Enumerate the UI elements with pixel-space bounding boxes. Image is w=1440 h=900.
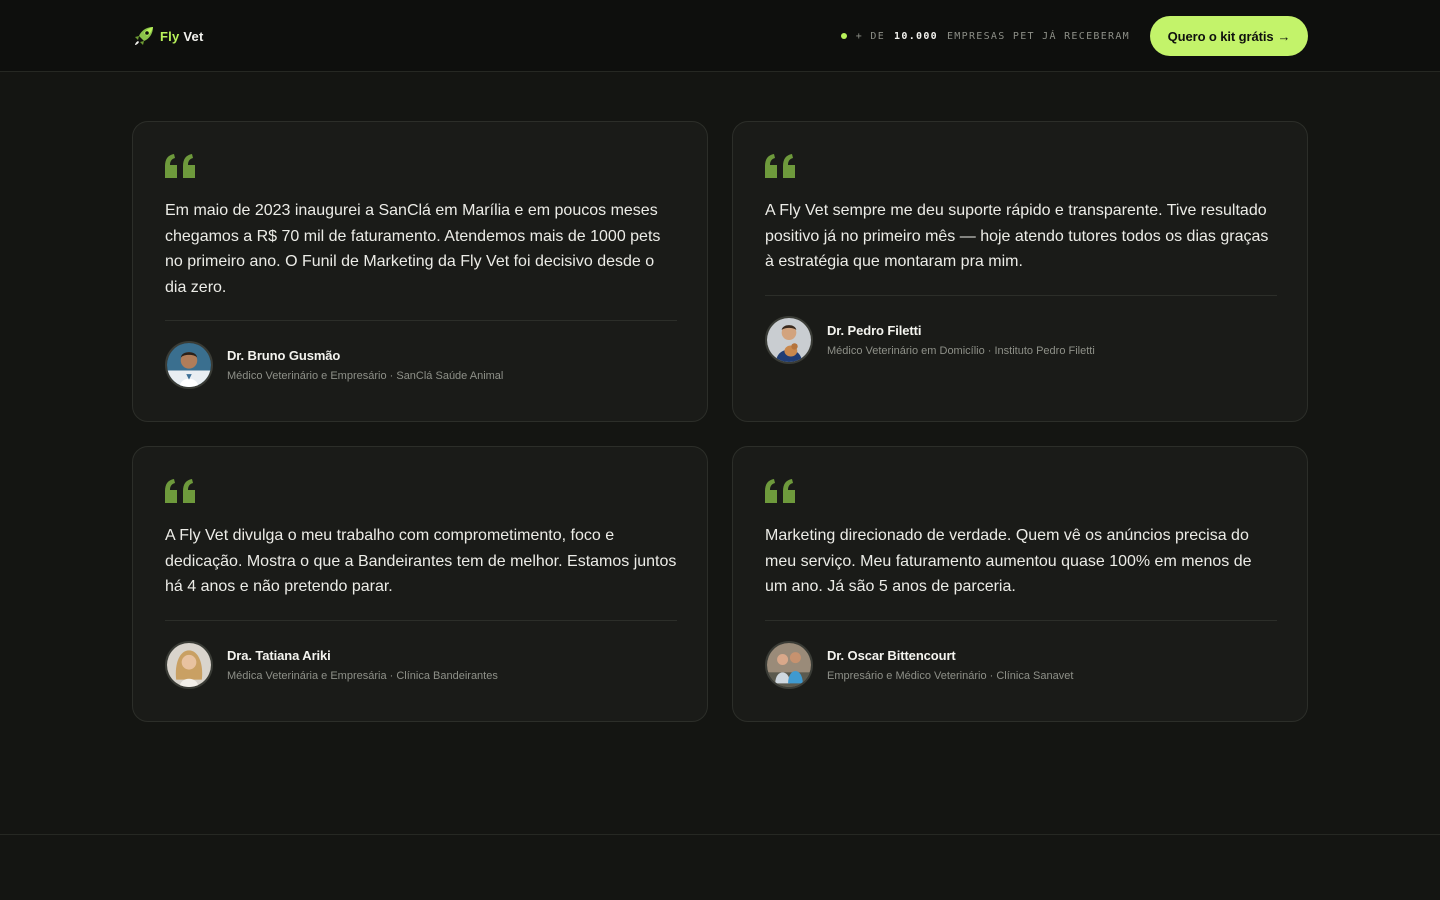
brand-wordmark: Fly Vet [160,28,204,44]
quote-icon [765,154,795,178]
testimonial-card: A Fly Vet sempre me deu suporte rápido e… [732,121,1308,422]
stat-number: 10.000 [894,30,938,42]
testimonial-author: Dra. Tatiana Ariki Médica Veterinária e … [165,641,498,689]
divider [765,295,1277,296]
author-name: Dr. Bruno Gusmão [227,348,341,363]
avatar [765,641,813,689]
quote-icon [165,479,195,503]
testimonial-card: A Fly Vet divulga o meu trabalho com com… [132,446,708,722]
author-role: Empresário e Médico Veterinário · Clínic… [827,670,1074,682]
divider [765,620,1277,621]
top-navbar: Fly Vet + DE 10.000 EMPRESAS PET JÁ RECEB… [0,0,1440,72]
avatar [765,316,813,364]
section-divider [0,834,1440,835]
quote-icon [165,154,195,178]
testimonial-author: Dr. Oscar Bittencourt Empresário e Médic… [765,641,1073,689]
stat-suffix: EMPRESAS PET JÁ RECEBERAM [946,30,1130,42]
social-proof-stat: + DE 10.000 EMPRESAS PET JÁ RECEBERAM [840,29,1130,43]
brand-logo[interactable]: Fly Vet [132,24,204,48]
testimonial-text: A Fly Vet divulga o meu trabalho com com… [165,527,677,596]
avatar [165,341,213,389]
divider [165,620,677,621]
author-role: Médico Veterinário e Empresário · SanClá… [227,370,504,382]
testimonial-author: Dr. Bruno Gusmão Médico Veterinário e Em… [165,341,503,389]
stat-prefix: + DE [855,30,886,42]
arrow-right-icon: → [1277,28,1291,44]
author-role: Médica Veterinária e Empresária · Clínic… [227,670,498,682]
quote-icon [765,479,795,503]
author-name: Dr. Oscar Bittencourt [827,648,956,663]
status-dot-icon [840,33,847,39]
cta-label: Quero o kit grátis [1167,28,1274,44]
testimonial-text: Em maio de 2023 inaugurei a SanClá em Ma… [165,202,661,296]
avatar [165,641,213,689]
author-name: Dra. Tatiana Ariki [227,648,331,663]
get-free-kit-button[interactable]: Quero o kit grátis → [1150,16,1308,56]
author-name: Dr. Pedro Filetti [827,323,922,338]
testimonial-text: A Fly Vet sempre me deu suporte rápido e… [765,202,1269,271]
testimonial-card: Em maio de 2023 inaugurei a SanClá em Ma… [132,121,708,422]
author-role: Médico Veterinário em Domicílio · Instit… [827,345,1095,357]
rocket-icon [135,27,153,45]
testimonial-author: Dr. Pedro Filetti Médico Veterinário em … [765,316,1095,364]
testimonial-card: Marketing direcionado de verdade. Quem v… [732,446,1308,722]
testimonial-text: Marketing direcionado de verdade. Quem v… [765,527,1252,596]
divider [165,320,677,321]
